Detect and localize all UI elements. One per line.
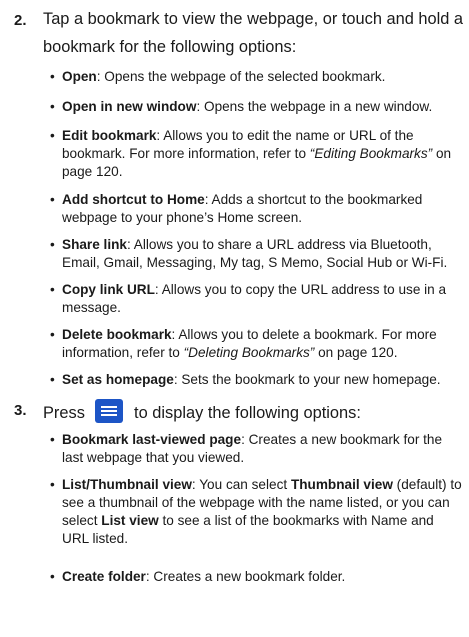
bullet-term: Share link [62, 237, 127, 252]
step-3-number: 3. [14, 402, 27, 419]
bullet-share-link: Share link: Allows you to share a URL ad… [50, 236, 462, 272]
bullet-term: Open in new window [62, 99, 197, 114]
bullet-term: Add shortcut to Home [62, 192, 205, 207]
bullet-term: Open [62, 69, 97, 84]
step-3-text-after: to display the following options: [134, 404, 361, 422]
menu-key-icon [95, 399, 124, 423]
bullet-open-in-new-window: Open in new window: Opens the webpage in… [50, 98, 462, 116]
cross-reference-link: “Deleting Bookmarks” [183, 345, 315, 360]
step-2-number: 2. [14, 12, 27, 29]
bullet-term: Bookmark last-viewed page [62, 432, 242, 447]
bullet-desc: : You can select [191, 477, 291, 492]
bullet-list-thumbnail-view: List/Thumbnail view: You can select Thum… [50, 476, 462, 548]
cross-reference-link: “Editing Bookmarks” [309, 146, 433, 161]
bullet-term: List/Thumbnail view [62, 477, 192, 492]
step-3-text: Press to display the following options: [43, 399, 361, 423]
bullet-term-thumbnail-view: Thumbnail view [290, 477, 393, 492]
bullet-add-shortcut-to-home: Add shortcut to Home: Adds a shortcut to… [50, 191, 462, 227]
step-3-text-before: Press [43, 404, 85, 422]
bullet-desc: : Creates a new bookmark folder. [145, 569, 346, 584]
bullet-desc: : Sets the bookmark to your new homepage… [173, 372, 441, 387]
bullet-set-as-homepage: Set as homepage: Sets the bookmark to yo… [50, 371, 462, 389]
bullet-desc: : Opens the webpage in a new window. [196, 99, 433, 114]
bullet-delete-bookmark: Delete bookmark: Allows you to delete a … [50, 326, 462, 362]
bullet-create-folder: Create folder: Creates a new bookmark fo… [50, 568, 462, 586]
step-2-text-line-1: Tap a bookmark to view the webpage, or t… [43, 10, 464, 28]
bullet-term-list-view: List view [101, 513, 159, 528]
bullet-term: Copy link URL [62, 282, 155, 297]
bullet-desc-tail: on page 120. [314, 345, 398, 360]
bullet-copy-link-url: Copy link URL: Allows you to copy the UR… [50, 281, 462, 317]
bullet-bookmark-last-viewed-page: Bookmark last-viewed page: Creates a new… [50, 431, 462, 467]
bullet-term: Delete bookmark [62, 327, 172, 342]
bullet-term: Edit bookmark [62, 128, 157, 143]
bullet-term: Set as homepage [62, 372, 174, 387]
step-2-text-line-2: bookmark for the following options: [43, 38, 297, 56]
bullet-open: Open: Opens the webpage of the selected … [50, 68, 462, 86]
bullet-desc: : Opens the webpage of the selected book… [96, 69, 386, 84]
bullet-edit-bookmark: Edit bookmark: Allows you to edit the na… [50, 127, 462, 181]
bullet-term: Create folder [62, 569, 146, 584]
